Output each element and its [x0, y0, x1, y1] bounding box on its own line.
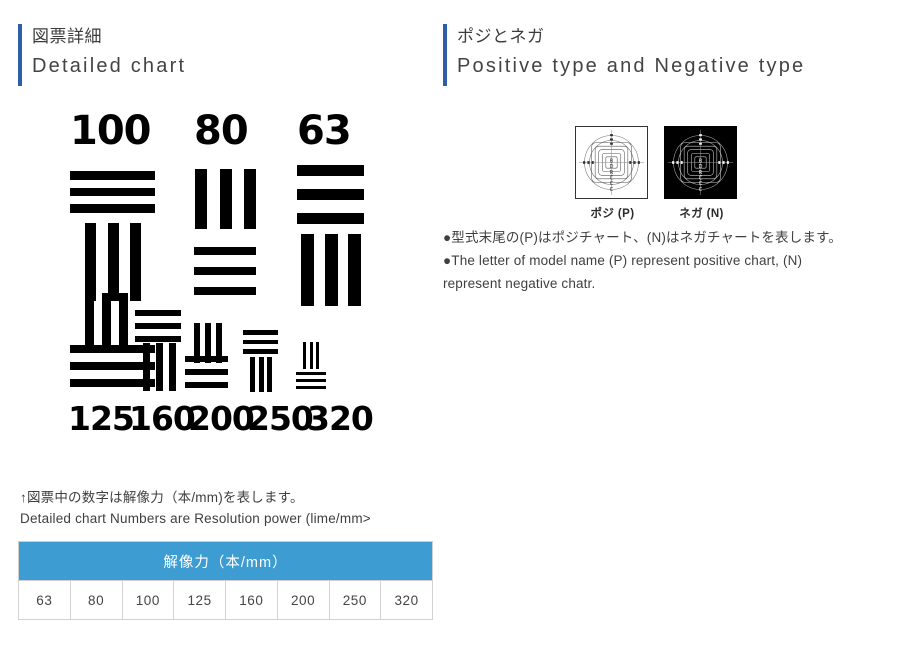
positive-negative-section: ポジとネガ Positive type and Negative type B …: [443, 22, 863, 291]
detailed-chart-section: 図票詳細 Detailed chart 100 80 63 125 160 20…: [18, 22, 448, 620]
positive-negative-heading: ポジとネガ Positive type and Negative type: [443, 22, 863, 86]
bar-group-250-horizontal: [243, 330, 278, 354]
table-cell-160: 160: [225, 580, 278, 620]
chart-label-250: 250: [247, 399, 314, 438]
table-row: 63 80 100 125 160 200 250 320: [18, 580, 433, 620]
positive-chart-pattern-icon: B D R C C C: [578, 129, 645, 196]
table-cell-125: 125: [173, 580, 226, 620]
negative-chart-thumbnail: B D R C C C: [664, 126, 737, 199]
detailed-chart-heading: 図票詳細 Detailed chart: [18, 22, 438, 86]
chart-caption-english: Detailed chart Numbers are Resolution po…: [20, 511, 371, 526]
bar-group-250-vertical: [250, 357, 272, 392]
positive-negative-thumbnails: B D R C C C ポジ (P) B D R C C C ネガ (N): [575, 126, 739, 221]
positive-negative-notes: ●型式末尾の(P)はポジチャート、(N)はネガチャートを表します。 ●The l…: [443, 226, 845, 295]
bar-group-320-vertical: [303, 342, 319, 369]
table-cell-250: 250: [328, 580, 382, 620]
bar-group-100-horizontal: [70, 171, 155, 213]
bar-group-160-horizontal: [135, 310, 181, 342]
bar-group-80-horizontal: [194, 247, 256, 295]
chart-label-200: 200: [188, 399, 255, 438]
negative-chart-pattern-icon: B D R C C C: [667, 129, 734, 196]
resolution-test-chart-figure: 100 80 63 125 160 200 250 320: [66, 107, 448, 477]
bar-group-320-horizontal: [296, 372, 326, 389]
heading-english: Positive type and Negative type: [457, 55, 806, 77]
positive-chart-caption: ポジ (P): [590, 208, 635, 220]
heading-japanese: 図票詳細: [32, 27, 102, 46]
negative-chart-caption: ネガ (N): [679, 208, 724, 220]
chart-caption: ↑図票中の数字は解像力（本/mm)を表します。 Detailed chart N…: [20, 487, 438, 529]
chart-label-160: 160: [129, 399, 196, 438]
table-cell-63: 63: [18, 580, 71, 620]
chart-label-125: 125: [68, 399, 135, 438]
table-cell-100: 100: [121, 580, 175, 620]
table-header-row: 解像力（本/mm）: [18, 541, 433, 581]
positive-chart-item: B D R C C C ポジ (P): [575, 126, 650, 221]
bar-group-100-vertical: [85, 223, 141, 301]
table-cell-80: 80: [69, 580, 123, 620]
chart-caption-japanese: ↑図票中の数字は解像力（本/mm)を表します。: [20, 490, 304, 505]
chart-label-80: 80: [194, 108, 249, 154]
heading-accent-bar: [18, 24, 22, 86]
note-japanese: ●型式末尾の(P)はポジチャート、(N)はネガチャートを表します。: [443, 230, 842, 245]
table-header-resolution-power: 解像力（本/mm）: [18, 541, 433, 581]
chart-label-100: 100: [70, 108, 151, 154]
svg-text:C: C: [699, 187, 703, 193]
bar-group-125-vertical: [85, 293, 128, 350]
bar-group-63-vertical: [301, 234, 361, 306]
heading-accent-bar: [443, 24, 447, 86]
bar-group-80-vertical: [195, 169, 256, 229]
bar-group-200-horizontal: [185, 356, 228, 388]
chart-label-63: 63: [297, 108, 352, 154]
bar-group-63-horizontal: [297, 165, 364, 224]
chart-label-320: 320: [307, 399, 374, 438]
resolution-power-table: 解像力（本/mm） 63 80 100 125 160 200 250 320: [18, 541, 433, 620]
positive-chart-thumbnail: B D R C C C: [575, 126, 648, 199]
bar-group-160-vertical: [143, 343, 176, 391]
note-english: ●The letter of model name (P) represent …: [443, 253, 803, 291]
table-cell-320: 320: [380, 580, 433, 620]
svg-text:C: C: [610, 187, 614, 193]
heading-english: Detailed chart: [32, 55, 187, 77]
heading-japanese: ポジとネガ: [457, 27, 545, 46]
negative-chart-item: B D R C C C ネガ (N): [664, 126, 739, 221]
table-cell-200: 200: [276, 580, 330, 620]
